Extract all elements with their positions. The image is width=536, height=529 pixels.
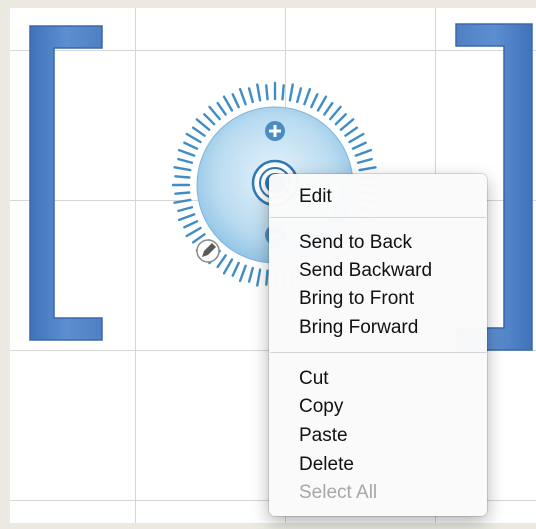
- pencil-icon[interactable]: [196, 239, 220, 263]
- left-bracket-shape[interactable]: [28, 24, 108, 342]
- dial-tick: [183, 141, 199, 150]
- dial-tick: [177, 148, 196, 157]
- dial-tick: [216, 254, 227, 269]
- dial-tick: [354, 148, 373, 157]
- dial-tick: [247, 87, 254, 104]
- context-menu: Edit Send to Back Send Backward Bring to…: [269, 174, 487, 516]
- menu-separator: [270, 352, 486, 353]
- menu-item-bring-to-front[interactable]: Bring to Front: [299, 286, 414, 312]
- dial-tick: [185, 132, 202, 144]
- menu-item-cut[interactable]: Cut: [299, 366, 329, 392]
- dial-tick: [173, 166, 192, 172]
- menu-separator: [270, 217, 486, 218]
- dial-tick: [265, 84, 269, 101]
- dial-tick: [351, 141, 367, 150]
- menu-item-send-backward[interactable]: Send Backward: [299, 258, 432, 284]
- menu-item-bring-forward[interactable]: Bring Forward: [299, 315, 418, 341]
- dial-tick: [203, 113, 216, 126]
- dial-tick: [173, 198, 192, 204]
- dial-tick: [288, 83, 294, 102]
- dial-tick: [191, 126, 206, 137]
- plus-icon[interactable]: [265, 121, 285, 141]
- dial-tick: [185, 226, 202, 238]
- dial-tick: [216, 101, 227, 116]
- dial-tick: [334, 113, 347, 126]
- menu-item-edit[interactable]: Edit: [299, 184, 332, 210]
- dial-tick: [256, 83, 262, 102]
- dial-tick: [303, 87, 312, 106]
- dial-tick: [238, 87, 247, 106]
- dial-tick: [177, 157, 194, 164]
- dial-tick: [316, 95, 328, 112]
- dial-tick: [358, 166, 377, 172]
- dial-tick: [329, 105, 342, 121]
- dial-tick: [174, 191, 191, 195]
- dial-tick: [296, 87, 303, 104]
- dial-tick: [339, 118, 355, 131]
- dial-tick: [177, 206, 194, 213]
- menu-item-delete[interactable]: Delete: [299, 452, 354, 478]
- dial-tick: [231, 93, 240, 109]
- dial-tick: [256, 268, 262, 287]
- dial-tick: [195, 118, 211, 131]
- dial-tick: [177, 213, 196, 222]
- dial-tick: [231, 261, 240, 277]
- dial-tick: [348, 132, 365, 144]
- dial-tick: [281, 84, 285, 101]
- dial-tick: [344, 126, 359, 137]
- menu-item-select-all: Select All: [299, 482, 378, 503]
- dial-tick: [222, 95, 234, 112]
- dial-tick: [356, 157, 373, 164]
- dial-tick: [323, 101, 334, 116]
- dial-tick: [183, 220, 199, 229]
- dial-tick: [247, 266, 254, 283]
- dial-tick: [265, 269, 269, 286]
- menu-item-send-to-back[interactable]: Send to Back: [299, 230, 412, 256]
- dial-tick: [174, 175, 191, 179]
- menu-item-paste[interactable]: Paste: [299, 423, 348, 449]
- dial-tick: [222, 258, 234, 275]
- dial-tick: [238, 264, 247, 283]
- dial-tick: [208, 105, 221, 121]
- menu-item-copy[interactable]: Copy: [299, 394, 343, 420]
- dial-tick: [310, 93, 319, 109]
